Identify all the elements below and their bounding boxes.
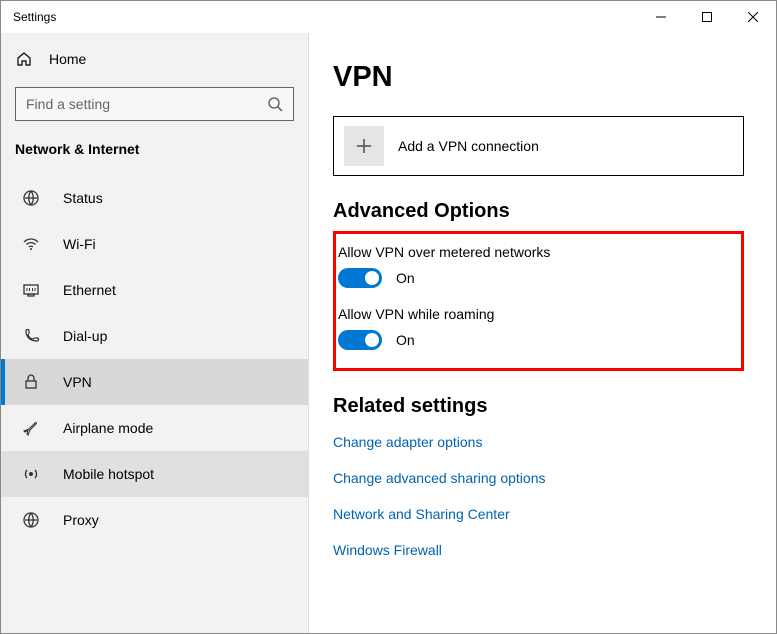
- status-icon: [21, 189, 41, 207]
- minimize-button[interactable]: [638, 1, 684, 33]
- airplane-icon: [21, 419, 41, 437]
- sidebar-item-wifi[interactable]: Wi-Fi: [1, 221, 308, 267]
- wifi-icon: [21, 235, 41, 253]
- sidebar-item-label: Proxy: [63, 512, 99, 528]
- add-vpn-button[interactable]: Add a VPN connection: [333, 116, 744, 176]
- sidebar-item-airplane[interactable]: Airplane mode: [1, 405, 308, 451]
- search-input[interactable]: [15, 87, 294, 121]
- sidebar-item-label: Mobile hotspot: [63, 466, 154, 482]
- opt-roaming-label: Allow VPN while roaming: [338, 306, 727, 322]
- sidebar-item-label: Wi-Fi: [63, 236, 96, 252]
- toggle-roaming-state: On: [396, 332, 415, 348]
- highlight-box: Allow VPN over metered networks On Allow…: [333, 231, 744, 371]
- window-controls: [638, 1, 776, 33]
- add-vpn-label: Add a VPN connection: [398, 138, 539, 154]
- maximize-button[interactable]: [684, 1, 730, 33]
- toggle-metered-state: On: [396, 270, 415, 286]
- toggle-metered[interactable]: [338, 268, 382, 288]
- advanced-options-heading: Advanced Options: [333, 200, 744, 223]
- dialup-icon: [21, 327, 41, 345]
- titlebar: Settings: [1, 1, 776, 33]
- link-windows-firewall[interactable]: Windows Firewall: [333, 542, 744, 558]
- search-field[interactable]: [26, 96, 267, 112]
- search-icon: [267, 96, 283, 112]
- hotspot-icon: [21, 465, 41, 483]
- sidebar-item-label: Airplane mode: [63, 420, 153, 436]
- sidebar-item-label: Status: [63, 190, 103, 206]
- page-title: VPN: [333, 61, 744, 94]
- related-settings-heading: Related settings: [333, 395, 744, 418]
- sidebar-list: Status Wi-Fi Ethernet: [1, 175, 308, 543]
- plus-icon: [344, 126, 384, 166]
- ethernet-icon: [21, 281, 41, 299]
- main-content: VPN Add a VPN connection Advanced Option…: [309, 33, 776, 633]
- sidebar-item-hotspot[interactable]: Mobile hotspot: [1, 451, 308, 497]
- proxy-icon: [21, 511, 41, 529]
- sidebar-item-label: Ethernet: [63, 282, 116, 298]
- sidebar: Home Network & Internet Status: [1, 33, 309, 633]
- sidebar-item-dialup[interactable]: Dial-up: [1, 313, 308, 359]
- related-links: Change adapter options Change advanced s…: [333, 434, 744, 558]
- vpn-icon: [21, 373, 41, 391]
- sidebar-item-proxy[interactable]: Proxy: [1, 497, 308, 543]
- sidebar-item-vpn[interactable]: VPN: [1, 359, 308, 405]
- home-icon: [15, 51, 33, 67]
- home-button[interactable]: Home: [1, 39, 308, 79]
- window-title: Settings: [13, 10, 56, 24]
- toggle-roaming[interactable]: [338, 330, 382, 350]
- sidebar-item-label: VPN: [63, 374, 92, 390]
- sidebar-item-ethernet[interactable]: Ethernet: [1, 267, 308, 313]
- sidebar-item-status[interactable]: Status: [1, 175, 308, 221]
- link-network-sharing-center[interactable]: Network and Sharing Center: [333, 506, 744, 522]
- link-adapter-options[interactable]: Change adapter options: [333, 434, 744, 450]
- home-label: Home: [49, 51, 86, 67]
- opt-metered-label: Allow VPN over metered networks: [338, 244, 727, 260]
- sidebar-section-label: Network & Internet: [1, 135, 308, 175]
- close-button[interactable]: [730, 1, 776, 33]
- link-advanced-sharing[interactable]: Change advanced sharing options: [333, 470, 744, 486]
- sidebar-item-label: Dial-up: [63, 328, 107, 344]
